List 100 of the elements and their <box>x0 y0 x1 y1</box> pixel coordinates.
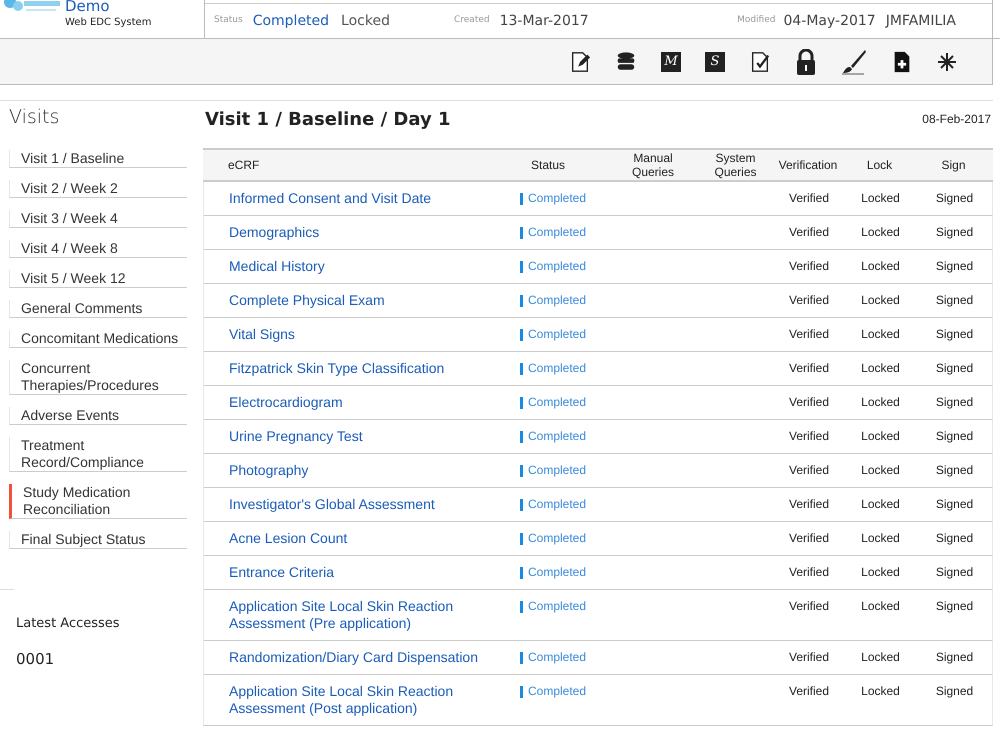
status-indicator-icon <box>520 652 523 664</box>
ecrf-link[interactable]: Acne Lesion Count <box>204 530 489 547</box>
status-cell: Completed <box>528 292 586 309</box>
database-icon[interactable] <box>615 50 637 72</box>
status-indicator-icon <box>520 226 523 238</box>
ecrf-link[interactable]: Investigator's Global Assessment <box>204 496 489 513</box>
status-cell: Completed <box>528 428 586 445</box>
status-label: Status <box>214 14 243 28</box>
visit-nav-item[interactable]: Concomitant Medications <box>9 330 187 348</box>
sign-cell-text: Signed <box>934 394 974 411</box>
visit-nav-item[interactable]: Adverse Events <box>9 407 187 425</box>
ecrf-link[interactable]: Electrocardiogram <box>204 394 489 411</box>
ecrf-link[interactable]: Randomization/Diary Card Dispensation <box>204 649 489 666</box>
sign-cell-text: Signed <box>934 598 974 615</box>
created-label: Created <box>454 14 490 28</box>
ecrf-link[interactable]: Medical History <box>204 258 489 275</box>
modified-date: 04-May-2017 <box>783 12 876 30</box>
lock-cell-text: Locked <box>860 326 901 343</box>
column-header: Verification <box>778 158 838 172</box>
sign-cell-text: Signed <box>934 428 974 445</box>
visit-nav-item[interactable]: Study Medication Reconciliation <box>9 484 187 519</box>
lock-cell-text: Locked <box>860 258 901 275</box>
verification-cell-text: Verified <box>788 649 830 666</box>
status-indicator-icon <box>520 294 523 306</box>
sidebar-title: Visits <box>9 105 60 129</box>
verification-cell-text: Verified <box>788 428 830 445</box>
ecrf-link[interactable]: Complete Physical Exam <box>204 292 489 309</box>
status-indicator-icon <box>520 686 523 698</box>
visit-date: 08-Feb-2017 <box>922 111 991 128</box>
ecrf-link[interactable]: Photography <box>204 462 489 479</box>
status-indicator-icon <box>520 328 523 340</box>
status-cell: Completed <box>528 394 586 411</box>
document-check-icon[interactable] <box>749 50 771 72</box>
visit-nav-item[interactable]: Visit 4 / Week 8 <box>9 240 187 258</box>
status-cell: Completed <box>528 462 586 479</box>
status-cell: Completed <box>528 496 586 513</box>
visit-nav-item[interactable]: Concurrent Therapies/Procedures <box>9 360 187 395</box>
verification-cell-text: Verified <box>788 598 830 615</box>
lock-cell-text: Locked <box>860 190 901 207</box>
status-cell: Completed <box>528 258 586 275</box>
lock-cell-text: Locked <box>860 564 901 581</box>
status-cell: Completed <box>528 326 586 343</box>
verification-cell-text: Verified <box>788 462 830 479</box>
edit-document-icon[interactable] <box>569 50 591 72</box>
verification-cell-text: Verified <box>788 394 830 411</box>
status-cell: Completed <box>528 360 586 377</box>
ecrf-link[interactable]: Application Site Local Skin Reaction Assessment (Pre application) <box>204 598 489 632</box>
ecrf-link[interactable]: Demographics <box>204 224 489 241</box>
brush-icon[interactable] <box>841 48 867 74</box>
verification-cell-text: Verified <box>788 326 830 343</box>
visit-nav-item[interactable]: Visit 2 / Week 2 <box>9 180 187 198</box>
ecrf-link[interactable]: Informed Consent and Visit Date <box>204 190 489 207</box>
lock-cell-text: Locked <box>860 496 901 513</box>
visit-nav-item[interactable]: Final Subject Status <box>9 531 187 549</box>
letter-icon[interactable]: M <box>661 52 681 72</box>
logo-icon <box>4 0 62 14</box>
ecrf-link[interactable]: Vital Signs <box>204 326 489 343</box>
status-value: Completed <box>252 12 330 30</box>
visit-nav-item[interactable]: Treatment Record/Compliance <box>9 437 187 472</box>
column-header: Sign <box>940 158 967 172</box>
status-indicator-icon <box>520 566 523 578</box>
lock-cell-text: Locked <box>860 394 901 411</box>
letter-icon[interactable]: S <box>705 52 725 72</box>
lock-cell-text: Locked <box>860 649 901 666</box>
ecrf-link[interactable]: Urine Pregnancy Test <box>204 428 489 445</box>
sign-cell-text: Signed <box>934 683 974 700</box>
status-cell: Completed <box>528 224 586 241</box>
sign-cell-text: Signed <box>934 496 974 513</box>
column-header: Manual Queries <box>630 151 676 179</box>
visit-nav-item[interactable]: Visit 1 / Baseline <box>9 150 187 168</box>
status-cell: Completed <box>528 530 586 547</box>
latest-access-link[interactable]: 0001 <box>16 648 203 670</box>
lock-state: Locked <box>341 12 390 30</box>
verification-cell-text: Verified <box>788 224 830 241</box>
sign-cell-text: Signed <box>934 292 974 309</box>
ecrf-link[interactable]: Entrance Criteria <box>204 564 489 581</box>
status-cell: Completed <box>528 564 586 581</box>
modified-by: JMFAMILIA <box>886 12 956 30</box>
lock-cell-text: Locked <box>860 292 901 309</box>
app-subtitle: Web EDC System <box>65 16 152 30</box>
lock-icon[interactable] <box>795 48 817 74</box>
status-cell: Completed <box>528 683 586 700</box>
column-header: eCRF <box>227 158 260 172</box>
verification-cell-text: Verified <box>788 190 830 207</box>
sign-cell-text: Signed <box>934 462 974 479</box>
ecrf-link[interactable]: Fitzpatrick Skin Type Classification <box>204 360 489 377</box>
sign-cell-text: Signed <box>934 564 974 581</box>
modified-label: Modified <box>737 14 776 28</box>
verification-cell-text: Verified <box>788 683 830 700</box>
visit-nav-item[interactable]: General Comments <box>9 300 187 318</box>
lock-cell-text: Locked <box>860 224 901 241</box>
verification-cell-text: Verified <box>788 530 830 547</box>
sparkle-icon[interactable] <box>937 52 957 72</box>
visit-nav-item[interactable]: Visit 3 / Week 4 <box>9 210 187 228</box>
sign-cell-text: Signed <box>934 326 974 343</box>
sign-cell-text: Signed <box>934 258 974 275</box>
ecrf-link[interactable]: Application Site Local Skin Reaction Assessment (Post application) <box>204 683 489 717</box>
status-indicator-icon <box>520 192 523 204</box>
visit-nav-item[interactable]: Visit 5 / Week 12 <box>9 270 187 288</box>
status-cell: Completed <box>528 190 586 207</box>
